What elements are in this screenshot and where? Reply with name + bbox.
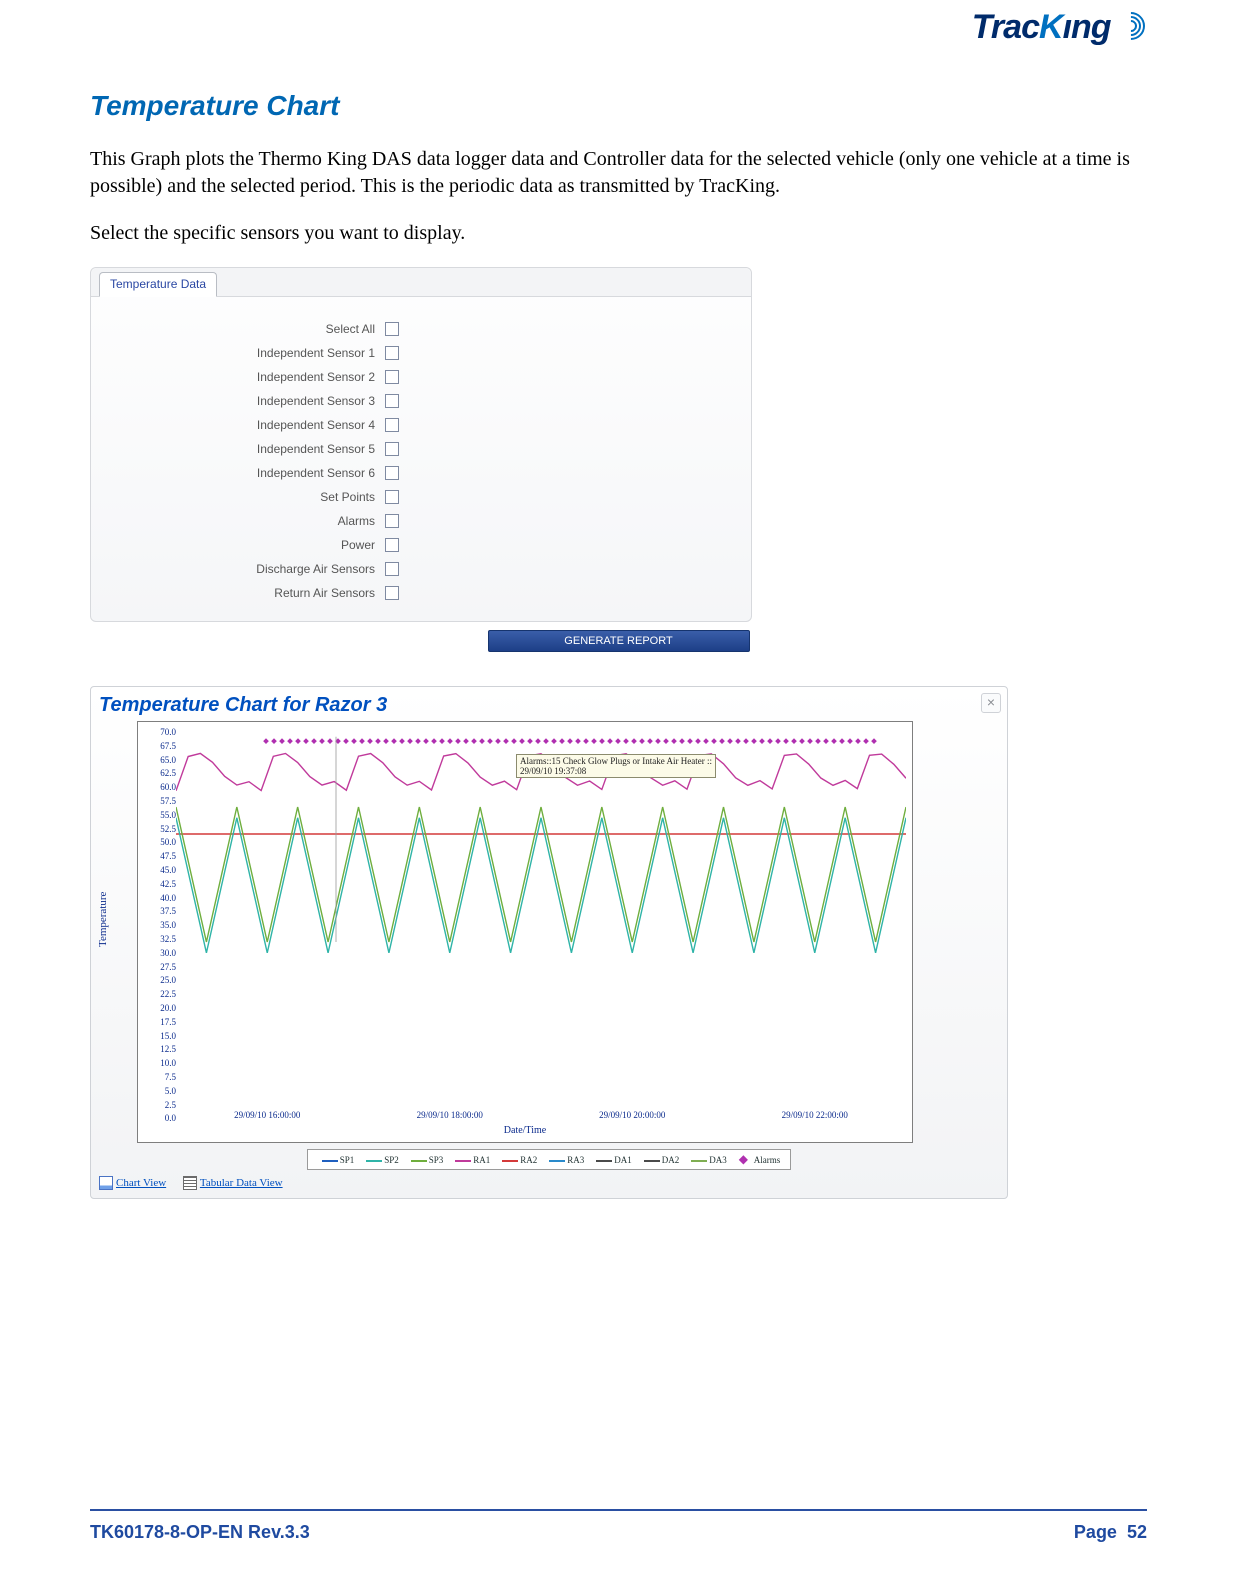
sensor-row-7: Set Points: [91, 485, 751, 509]
sensor-label: Select All: [91, 322, 385, 336]
sensor-checkbox[interactable]: [385, 586, 399, 600]
generate-report-button[interactable]: GENERATE REPORT: [488, 630, 750, 652]
page-footer: TK60178-8-OP-EN Rev.3.3 Page 52: [90, 1522, 1147, 1543]
sensor-label: Independent Sensor 5: [91, 442, 385, 456]
chart-view-link[interactable]: Chart View: [116, 1177, 166, 1189]
sensor-row-11: Return Air Sensors: [91, 581, 751, 605]
sensor-checkbox[interactable]: [385, 466, 399, 480]
chart-tooltip: Alarms::15 Check Glow Plugs or Intake Ai…: [516, 754, 716, 778]
sensor-checkbox[interactable]: [385, 442, 399, 456]
plot-area: Alarms::15 Check Glow Plugs or Intake Ai…: [176, 726, 906, 1104]
x-axis-ticks: 29/09/10 16:00:0029/09/10 18:00:0029/09/…: [176, 1110, 906, 1120]
sensor-row-8: Alarms: [91, 509, 751, 533]
sensor-label: Independent Sensor 3: [91, 394, 385, 408]
footer-page: Page 52: [1074, 1522, 1147, 1543]
sensor-label: Discharge Air Sensors: [91, 562, 385, 576]
tab-temperature-data[interactable]: Temperature Data: [99, 272, 217, 297]
sensor-checkbox[interactable]: [385, 322, 399, 336]
sensor-label: Independent Sensor 1: [91, 346, 385, 360]
wifi-icon: [1121, 8, 1147, 34]
sensor-label: Independent Sensor 6: [91, 466, 385, 480]
sensor-select-panel: Temperature Data Select All Independent S…: [90, 267, 752, 622]
sensor-label: Independent Sensor 2: [91, 370, 385, 384]
sensor-checkbox[interactable]: [385, 490, 399, 504]
sensor-row-1: Independent Sensor 1: [91, 341, 751, 365]
logo-text-ing: ıng: [1063, 8, 1111, 46]
sensor-checkbox[interactable]: [385, 346, 399, 360]
intro-paragraph-2: Select the specific sensors you want to …: [90, 220, 1147, 247]
footer-rule: [90, 1509, 1147, 1511]
sensor-checkbox[interactable]: [385, 370, 399, 384]
table-view-icon: [183, 1176, 197, 1190]
sensor-row-10: Discharge Air Sensors: [91, 557, 751, 581]
chart-plot: 70.067.565.062.560.057.555.052.550.047.5…: [137, 721, 913, 1143]
page-title: Temperature Chart: [90, 90, 1147, 122]
chart-legend: SP1SP2SP3RA1RA2RA3DA1DA2DA3◆ Alarms: [307, 1149, 792, 1170]
sensor-label: Return Air Sensors: [91, 586, 385, 600]
sensor-row-3: Independent Sensor 3: [91, 389, 751, 413]
sensor-row-4: Independent Sensor 4: [91, 413, 751, 437]
logo-text-trac: Trac: [972, 8, 1039, 46]
x-axis-label: Date/Time: [138, 1125, 912, 1136]
brand-logo: TracKıng: [972, 8, 1147, 47]
footer-doc-id: TK60178-8-OP-EN Rev.3.3: [90, 1522, 310, 1543]
checkbox-grid: Select All Independent Sensor 1 Independen…: [91, 297, 751, 621]
sensor-label: Alarms: [91, 514, 385, 528]
temperature-chart-panel: × Temperature Chart for Razor 3 Temperat…: [90, 686, 1008, 1199]
intro-paragraph-1: This Graph plots the Thermo King DAS dat…: [90, 146, 1147, 200]
sensor-label: Independent Sensor 4: [91, 418, 385, 432]
tabular-view-link[interactable]: Tabular Data View: [200, 1177, 283, 1189]
tab-bar: Temperature Data: [91, 268, 751, 297]
logo-text-k: K: [1039, 8, 1063, 46]
sensor-checkbox[interactable]: [385, 394, 399, 408]
sensor-row-9: Power: [91, 533, 751, 557]
close-icon[interactable]: ×: [981, 693, 1001, 713]
sensor-checkbox[interactable]: [385, 418, 399, 432]
sensor-checkbox[interactable]: [385, 562, 399, 576]
tooltip-line1: Alarms::15 Check Glow Plugs or Intake Ai…: [520, 756, 712, 766]
chart-title: Temperature Chart for Razor 3: [99, 693, 999, 717]
sensor-row-0: Select All: [91, 317, 751, 341]
sensor-checkbox[interactable]: [385, 514, 399, 528]
view-mode-links: Chart View Tabular Data View: [99, 1176, 999, 1190]
sensor-checkbox[interactable]: [385, 538, 399, 552]
chart-view-icon: [99, 1176, 113, 1190]
tooltip-line2: 29/09/10 19:37:08: [520, 766, 586, 776]
sensor-label: Set Points: [91, 490, 385, 504]
sensor-label: Power: [91, 538, 385, 552]
sensor-row-2: Independent Sensor 2: [91, 365, 751, 389]
sensor-row-5: Independent Sensor 5: [91, 437, 751, 461]
sensor-row-6: Independent Sensor 6: [91, 461, 751, 485]
y-axis-label: Temperature: [97, 892, 109, 947]
